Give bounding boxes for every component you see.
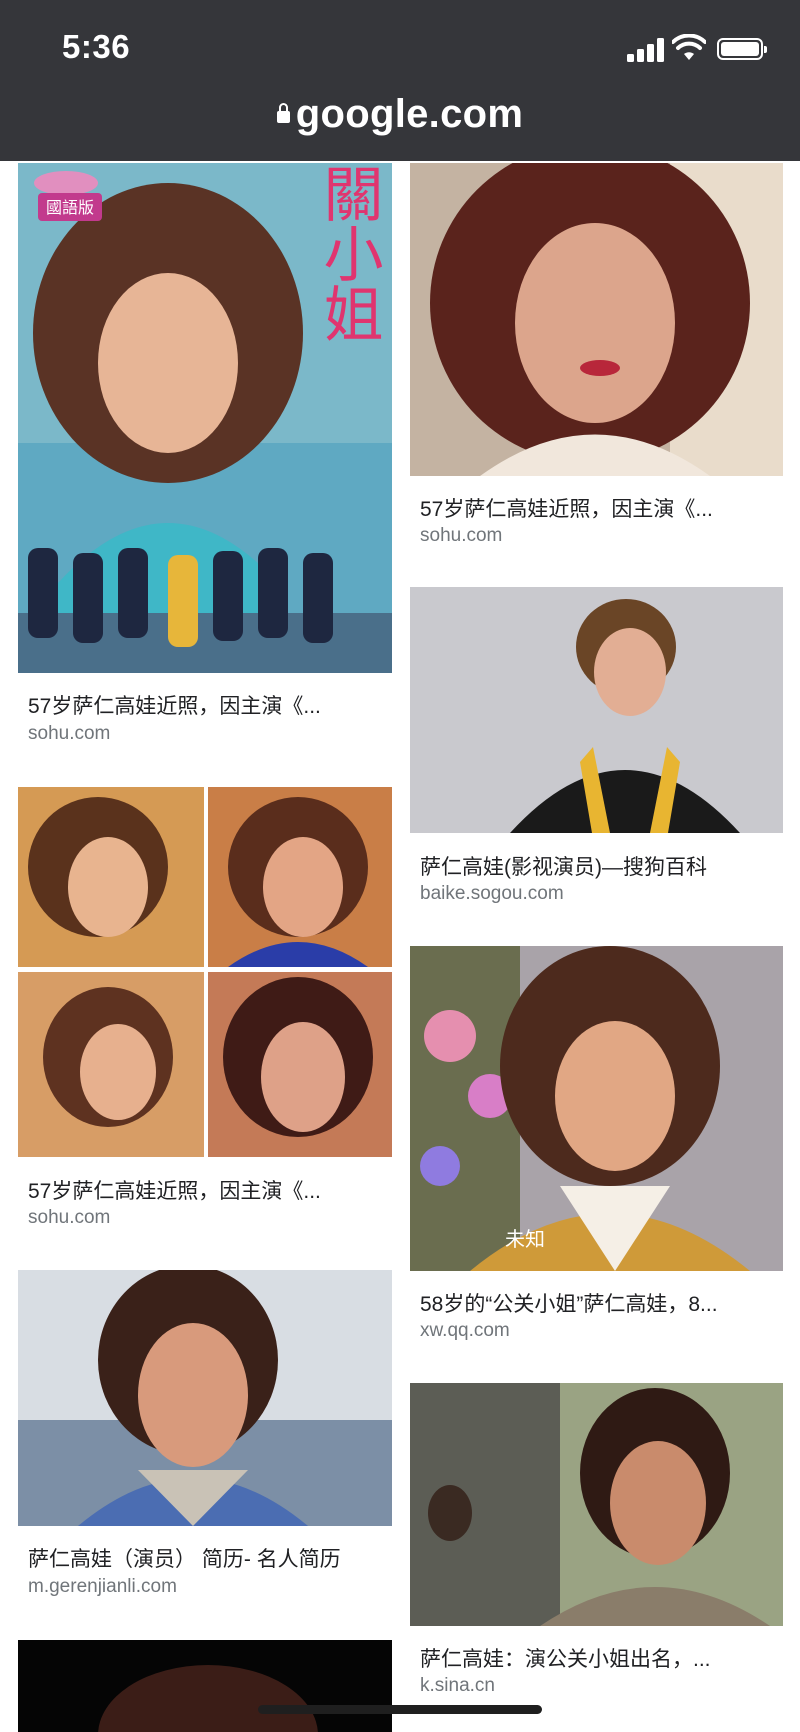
result-title[interactable]: 58岁的“公关小姐”萨仁高娃，8... <box>420 1288 770 1318</box>
result-image[interactable] <box>410 163 783 476</box>
result-title[interactable]: 萨仁高娃(影视演员)—搜狗百科 <box>420 851 770 881</box>
image-result-card[interactable]: 57岁萨仁高娃近照，因主演《... sohu.com <box>18 787 392 1228</box>
address-bar[interactable]: google.com <box>0 92 800 137</box>
result-title[interactable]: 57岁萨仁高娃近照，因主演《... <box>28 1175 378 1205</box>
browser-top-bar: 5:36 google.com <box>0 0 800 161</box>
image-label: 未知 <box>505 1227 545 1251</box>
lock-icon <box>276 103 290 123</box>
image-result-card[interactable]: 萨仁高娃：演公关小姐出名，... k.sina.cn <box>410 1383 783 1696</box>
result-source: k.sina.cn <box>420 1675 495 1696</box>
battery-icon <box>717 38 767 60</box>
url-text: google.com <box>295 92 524 136</box>
image-result-card[interactable]: 國語版 公關小姐 57岁萨仁高娃近照，因主演《... sohu.com <box>18 163 392 758</box>
result-image[interactable]: 未知 <box>410 946 783 1271</box>
result-source: baike.sogou.com <box>420 883 564 904</box>
result-image[interactable] <box>410 1383 783 1626</box>
result-source: sohu.com <box>28 1207 111 1228</box>
home-indicator[interactable] <box>258 1705 542 1714</box>
result-source: xw.qq.com <box>420 1320 510 1341</box>
result-source: m.gerenjianli.com <box>28 1576 177 1597</box>
result-title[interactable]: 萨仁高娃（演员） 简历- 名人简历 <box>28 1543 383 1573</box>
result-image[interactable]: 國語版 公關小姐 <box>18 163 392 673</box>
result-source: sohu.com <box>28 723 111 744</box>
wifi-icon <box>672 34 706 60</box>
result-image[interactable] <box>18 787 392 1157</box>
result-image[interactable] <box>18 1640 392 1732</box>
result-title[interactable]: 萨仁高娃：演公关小姐出名，... <box>420 1643 770 1673</box>
poster-vertical-title: 公關小姐 <box>313 163 383 343</box>
image-result-card[interactable]: 萨仁高娃（演员） 简历- 名人简历 m.gerenjianli.com <box>18 1270 392 1600</box>
image-result-card[interactable]: 萨仁高娃(影视演员)—搜狗百科 baike.sogou.com <box>410 587 783 907</box>
image-result-card[interactable] <box>18 1640 392 1732</box>
result-image[interactable] <box>410 587 783 833</box>
result-source: sohu.com <box>420 525 503 546</box>
result-title[interactable]: 57岁萨仁高娃近照，因主演《... <box>420 493 770 523</box>
image-result-card[interactable]: 未知 58岁的“公关小姐”萨仁高娃，8... xw.qq.com <box>410 946 783 1346</box>
status-time: 5:36 <box>62 28 131 65</box>
result-title[interactable]: 57岁萨仁高娃近照，因主演《... <box>28 690 378 720</box>
image-result-card[interactable]: 57岁萨仁高娃近照，因主演《... sohu.com <box>410 163 783 553</box>
cellular-signal-icon <box>627 38 665 62</box>
result-image[interactable] <box>18 1270 392 1526</box>
poster-badge: 國語版 <box>46 198 94 217</box>
